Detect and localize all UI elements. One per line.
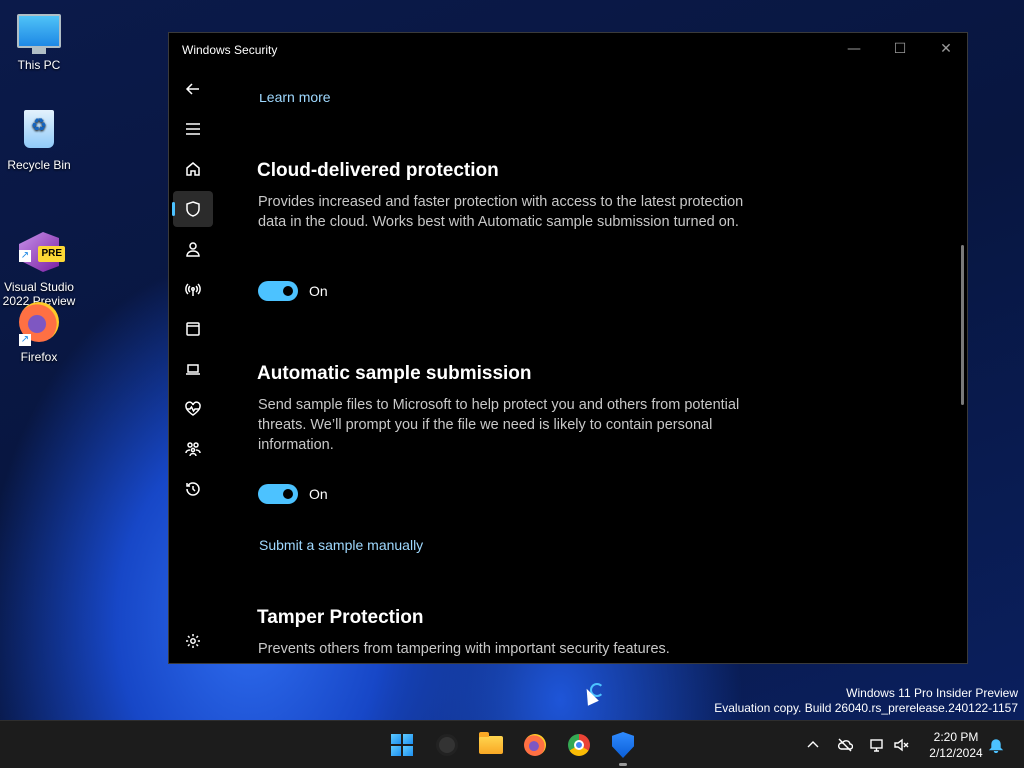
computer-icon — [17, 10, 61, 54]
cloud-protection-toggle[interactable] — [258, 281, 298, 301]
menu-button[interactable] — [173, 111, 213, 147]
desktop-icon-recycle-bin[interactable]: Recycle Bin — [0, 108, 78, 172]
onedrive-icon — [837, 738, 853, 752]
chevron-up-icon — [807, 741, 819, 748]
person-icon — [186, 242, 200, 257]
desktop-icon-label: Recycle Bin — [7, 158, 71, 172]
cloud-protection-toggle-row: On — [258, 281, 328, 301]
desktop-icon-label: This PC — [17, 58, 61, 72]
file-explorer-icon — [479, 732, 503, 754]
maximize-button[interactable]: ☐ — [877, 33, 923, 65]
menu-icon — [186, 123, 200, 135]
minimize-button[interactable]: — — [831, 33, 877, 65]
section-description-sample-submission: Send sample files to Microsoft to help p… — [258, 397, 740, 453]
close-button[interactable]: ✕ — [923, 33, 967, 65]
search-icon — [436, 734, 458, 756]
nav-item-device-security[interactable] — [173, 351, 213, 387]
watermark-line-1: Windows 11 Pro Insider Preview — [846, 686, 1018, 700]
nav-item-home[interactable] — [173, 151, 213, 187]
taskbar-file-explorer[interactable] — [475, 729, 507, 761]
section-description-tamper-protection: Prevents others from tampering with impo… — [258, 641, 670, 657]
family-icon — [185, 442, 201, 457]
clock-date: 2/12/2024 — [929, 746, 983, 760]
nav-item-account-protection[interactable] — [173, 231, 213, 267]
section-title-tamper-protection: Tamper Protection — [257, 607, 424, 628]
nav-item-device-performance[interactable] — [173, 391, 213, 427]
title-bar[interactable]: Windows Security — ☐ ✕ — [169, 33, 967, 67]
heart-icon — [185, 401, 201, 416]
content-pane: Learn more Cloud-delivered protection Pr… — [257, 67, 937, 663]
home-icon — [186, 162, 200, 176]
evaluation-watermark: Windows 11 Pro Insider Preview Evaluatio… — [714, 686, 1018, 716]
start-button[interactable] — [386, 729, 418, 761]
watermark-line-2: Evaluation copy. Build 26040.rs_prerelea… — [714, 701, 1018, 715]
volume-tray-button[interactable] — [890, 733, 912, 757]
desktop-icon-this-pc[interactable]: This PC — [0, 10, 78, 72]
maximize-icon: ☐ — [893, 41, 907, 57]
shortcut-arrow-icon: ↗ — [19, 334, 31, 346]
network-tray-button[interactable] — [866, 733, 888, 757]
sample-submission-toggle[interactable] — [258, 484, 298, 504]
section-title-cloud-protection: Cloud-delivered protection — [257, 160, 499, 181]
windows-security-icon — [612, 732, 634, 758]
preview-badge: PRE — [38, 246, 65, 262]
clock-time: 2:20 PM — [933, 730, 979, 744]
section-description-cloud-protection: Provides increased and faster protection… — [258, 194, 744, 230]
taskbar-windows-security[interactable] — [607, 729, 639, 766]
submit-sample-manually-link[interactable]: Submit a sample manually — [259, 537, 423, 553]
volume-muted-icon — [894, 738, 909, 752]
toggle-state-label: On — [309, 486, 328, 502]
nav-item-protection-history[interactable] — [173, 471, 213, 507]
app-browser-icon — [186, 322, 200, 336]
desktop-icon-firefox[interactable]: ↗ Firefox — [0, 302, 78, 364]
show-hidden-icons-button[interactable] — [802, 733, 824, 757]
wifi-icon — [185, 283, 201, 296]
back-icon — [185, 83, 199, 95]
window-title: Windows Security — [182, 43, 278, 57]
visual-studio-icon: PRE ↗ — [17, 218, 65, 272]
section-title-sample-submission: Automatic sample submission — [257, 363, 532, 384]
shortcut-arrow-icon: ↗ — [19, 250, 31, 262]
shield-icon — [186, 201, 200, 217]
desktop-icon-label: Firefox — [20, 350, 58, 364]
chrome-icon — [568, 734, 590, 756]
network-icon — [870, 739, 883, 752]
recycle-bin-icon — [17, 110, 61, 154]
minimize-icon: — — [847, 41, 861, 57]
nav-item-virus-protection[interactable] — [172, 191, 213, 227]
settings-icon — [186, 634, 200, 648]
firefox-icon — [524, 734, 546, 756]
onedrive-tray-button[interactable] — [834, 733, 856, 757]
scrollbar[interactable] — [961, 245, 964, 405]
toggle-state-label: On — [309, 283, 328, 299]
back-button[interactable] — [173, 71, 213, 107]
close-icon: ✕ — [940, 41, 952, 57]
nav-item-firewall[interactable] — [173, 271, 213, 307]
start-icon — [391, 734, 413, 756]
taskbar-firefox[interactable] — [519, 729, 551, 761]
navigation-pane — [169, 67, 217, 663]
firefox-icon: ↗ — [17, 302, 61, 346]
nav-item-settings[interactable] — [173, 623, 213, 659]
taskbar-chrome[interactable] — [563, 729, 595, 761]
nav-item-family-options[interactable] — [173, 431, 213, 467]
taskbar: 2:20 PM 2/12/2024 — [0, 720, 1024, 768]
windows-security-window: Windows Security — ☐ ✕ Learn more Cloud-… — [168, 32, 968, 664]
bell-icon — [988, 739, 1004, 753]
nav-item-app-browser-control[interactable] — [173, 311, 213, 347]
learn-more-link[interactable]: Learn more — [259, 94, 331, 105]
sample-submission-toggle-row: On — [258, 484, 328, 504]
notifications-button[interactable] — [985, 733, 1007, 757]
taskbar-search-button[interactable] — [431, 729, 463, 761]
laptop-icon — [186, 364, 200, 375]
history-icon — [186, 482, 200, 496]
clock[interactable]: 2:20 PM 2/12/2024 — [920, 729, 992, 761]
